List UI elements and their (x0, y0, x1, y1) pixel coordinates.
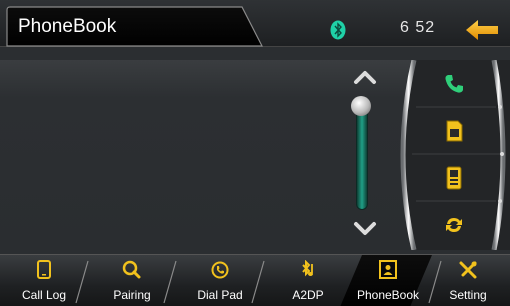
scrollbar-thumb[interactable] (351, 96, 371, 116)
tab-label: Dial Pad (197, 288, 243, 302)
bluetooth-icon (330, 20, 346, 40)
screen: PhoneBook 6 52 Call Log Pairing Dial Pad… (0, 0, 510, 306)
back-button[interactable] (464, 18, 500, 42)
tab-a2dp[interactable]: A2DP (264, 255, 352, 306)
page-title: PhoneBook (18, 16, 117, 37)
header-bar: PhoneBook 6 52 (0, 0, 510, 47)
back-arrow-icon (466, 20, 498, 40)
tab-label: A2DP (292, 288, 324, 302)
search-icon (122, 260, 141, 279)
tab-phonebook[interactable]: PhoneBook (344, 255, 432, 306)
call-button[interactable] (424, 64, 484, 104)
tab-label: Pairing (113, 288, 151, 302)
scroll-up-button[interactable] (352, 68, 378, 86)
phone-contacts-button[interactable] (424, 158, 484, 198)
dial-pad-icon (211, 261, 229, 279)
tab-call-log[interactable]: Call Log (0, 255, 88, 306)
tab-pairing[interactable]: Pairing (88, 255, 176, 306)
scroll-down-button[interactable] (352, 220, 378, 238)
tab-dial-pad[interactable]: Dial Pad (176, 255, 264, 306)
sync-icon (446, 218, 462, 232)
phonebook-icon (379, 260, 397, 279)
sync-button[interactable] (424, 205, 484, 245)
clock: 6 52 (400, 19, 436, 36)
sim-contacts-button[interactable] (424, 111, 484, 151)
title-tab: PhoneBook (6, 6, 264, 47)
chevron-up-icon (354, 71, 376, 84)
bottom-tab-bar: Call Log Pairing Dial Pad A2DP PhoneBook… (0, 254, 510, 306)
sim-card-icon (446, 120, 463, 142)
setting-icon (459, 261, 477, 279)
call-log-icon (37, 260, 51, 279)
side-action-panel (394, 60, 510, 250)
tab-label: Setting (449, 288, 487, 302)
tab-setting[interactable]: Setting (424, 255, 510, 306)
tab-label: PhoneBook (356, 288, 420, 302)
phone-call-icon (445, 75, 463, 93)
phone-memory-icon (446, 166, 462, 190)
a2dp-icon (302, 260, 313, 277)
tab-label: Call Log (21, 288, 67, 302)
scrollbar-track[interactable] (356, 100, 368, 210)
chevron-down-icon (354, 222, 376, 235)
contact-list[interactable] (8, 62, 348, 248)
